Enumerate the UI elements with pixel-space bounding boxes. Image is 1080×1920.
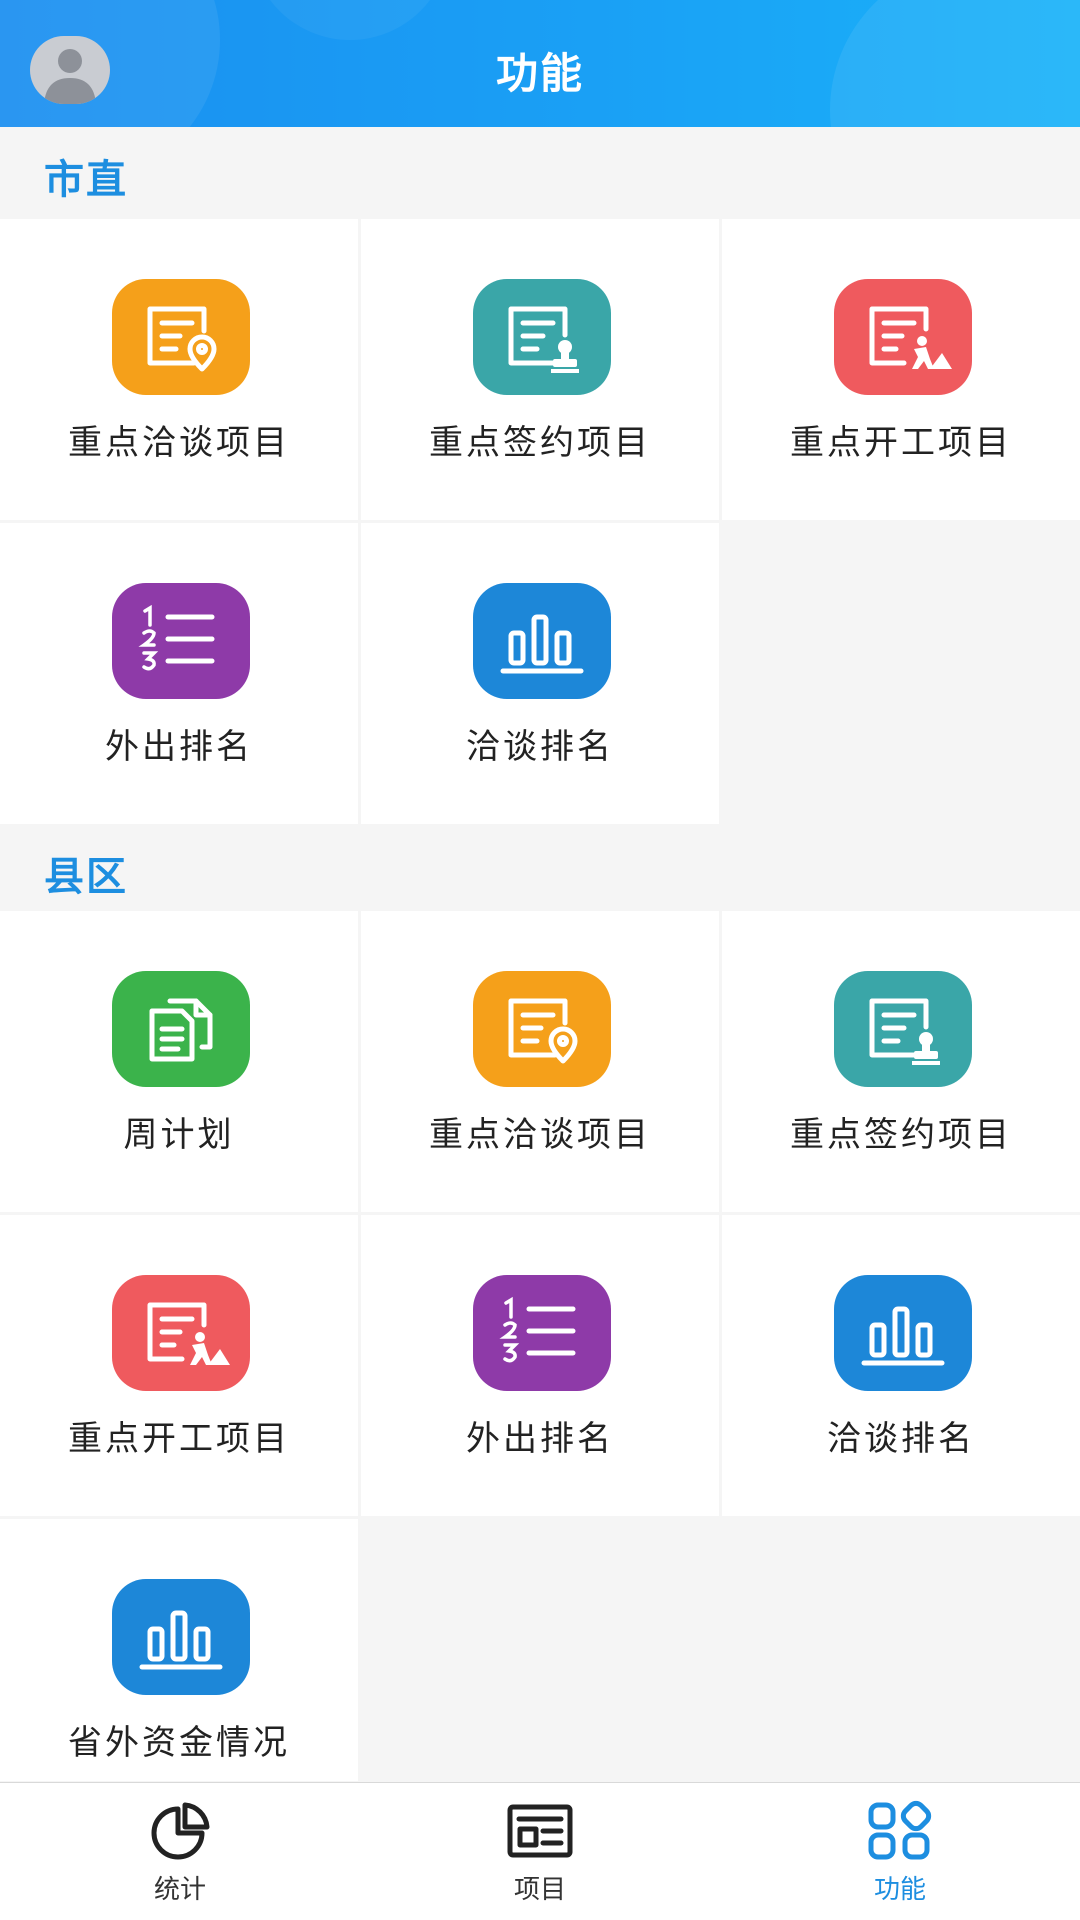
grid-item-label: 重点开工项目: [790, 423, 1012, 463]
grid-item-key-negotiation[interactable]: 重点洽谈项目: [0, 219, 358, 520]
function-grid-shizhi: 重点洽谈项目 重点签约项目 重点开工项目 外出排名 洽谈排名: [0, 219, 1080, 824]
grid-item-out-province-funds[interactable]: 省外资金情况: [0, 1519, 358, 1781]
tab-projects[interactable]: 项目: [360, 1783, 720, 1920]
grid-item-label: 洽谈排名: [827, 1419, 975, 1459]
newspaper-icon: [507, 1804, 573, 1858]
grid-item-key-negotiation[interactable]: 重点洽谈项目: [361, 911, 719, 1212]
tab-label: 项目: [513, 1875, 566, 1905]
grid-item-negotiation-ranking[interactable]: 洽谈排名: [722, 1215, 1080, 1516]
tab-statistics[interactable]: 统计: [0, 1783, 360, 1920]
grid-item-label: 省外资金情况: [68, 1723, 290, 1763]
grid-item-label: 重点洽谈项目: [68, 423, 290, 463]
numbered-list-icon: [112, 583, 250, 699]
doc-worker-icon: [112, 1275, 250, 1391]
doc-location-icon: [112, 279, 250, 395]
grid-item-label: 重点洽谈项目: [429, 1115, 651, 1155]
grid-item-label: 洽谈排名: [466, 727, 614, 767]
section-title: 县区: [44, 854, 128, 900]
grid-item-key-construction[interactable]: 重点开工项目: [722, 219, 1080, 520]
grid-item-label: 周计划: [123, 1115, 235, 1155]
tab-functions[interactable]: 功能: [720, 1783, 1080, 1920]
grid-item-key-signing[interactable]: 重点签约项目: [361, 219, 719, 520]
doc-worker-icon: [834, 279, 972, 395]
bottom-tab-bar: 统计 项目 功能: [0, 1782, 1080, 1920]
grid-item-label: 重点签约项目: [429, 423, 651, 463]
grid-item-outing-ranking[interactable]: 外出排名: [0, 523, 358, 824]
grid-item-key-construction[interactable]: 重点开工项目: [0, 1215, 358, 1516]
grid-item-label: 外出排名: [466, 1419, 614, 1459]
bar-chart-icon: [834, 1275, 972, 1391]
bar-chart-icon: [473, 583, 611, 699]
apps-grid-icon: [868, 1800, 932, 1860]
doc-stamp-icon: [834, 971, 972, 1087]
doc-stamp-icon: [473, 279, 611, 395]
section-header-xianqu: 县区: [0, 824, 1080, 916]
grid-item-weekly-plan[interactable]: 周计划: [0, 911, 358, 1212]
numbered-list-icon: [473, 1275, 611, 1391]
pie-chart-icon: [151, 1802, 210, 1860]
section-header-shizhi: 市直: [0, 127, 1080, 219]
app-header: 功能: [0, 0, 1080, 127]
header-decoration: [250, 0, 450, 40]
grid-item-outing-ranking[interactable]: 外出排名: [361, 1215, 719, 1516]
function-grid-xianqu: 周计划 重点洽谈项目 重点签约项目 重点开工项目 外出排名 洽谈排名 省外资金情…: [0, 911, 1080, 1781]
grid-item-negotiation-ranking[interactable]: 洽谈排名: [361, 523, 719, 824]
grid-item-label: 重点签约项目: [790, 1115, 1012, 1155]
grid-item-label: 外出排名: [105, 727, 253, 767]
page-title: 功能: [495, 49, 584, 98]
grid-item-key-signing[interactable]: 重点签约项目: [722, 911, 1080, 1212]
tab-label: 统计: [153, 1875, 206, 1905]
doc-location-icon: [473, 971, 611, 1087]
section-title: 市直: [44, 157, 128, 203]
grid-item-label: 重点开工项目: [68, 1419, 290, 1459]
documents-icon: [112, 971, 250, 1087]
tab-label: 功能: [873, 1875, 926, 1905]
bar-chart-icon: [112, 1579, 250, 1695]
